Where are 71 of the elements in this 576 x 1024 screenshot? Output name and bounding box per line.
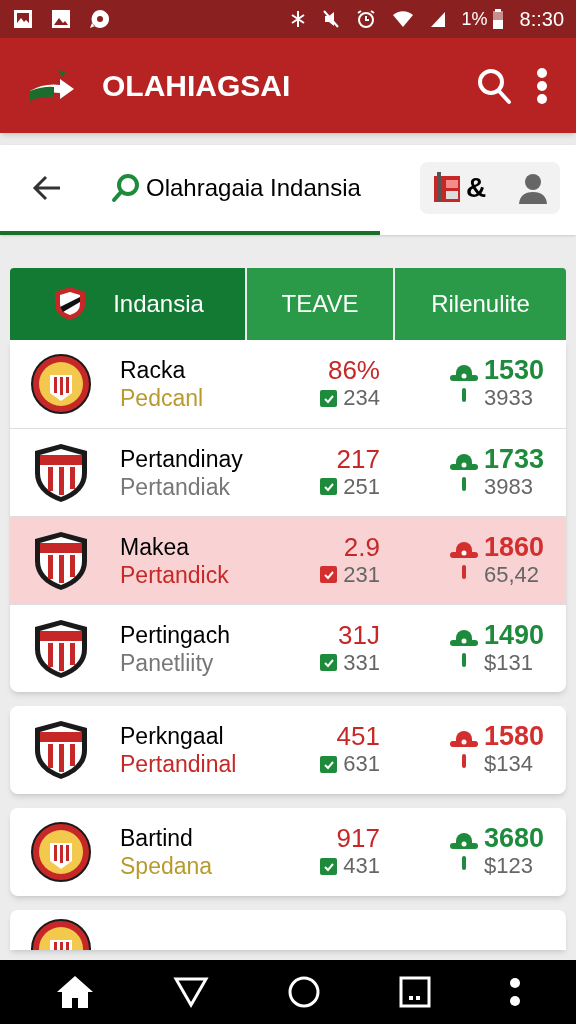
count-value: 251 [343,472,380,501]
home-icon[interactable] [55,974,95,1010]
count-value: 631 [343,750,380,778]
team-name: Pertandinay [120,444,244,473]
back-triangle-icon[interactable] [173,976,209,1008]
team-name: Perkngaal [120,722,225,750]
team-subtitle: Pedcanl [120,384,205,412]
score-value: 1860 [484,532,545,561]
battery-text: 1% [461,7,488,31]
stat-value: 31J [338,620,380,649]
score-value: 1530 [484,356,545,384]
team-row[interactable]: Pertingach Panetliity 31J 331 1490 $131 [10,604,566,692]
bluetooth-icon [289,9,306,29]
score-value: 3680 [484,824,545,852]
count-value: 331 [343,648,380,677]
count-value: 234 [343,384,380,412]
battery-icon [491,8,504,30]
home-circle-icon[interactable] [287,975,321,1009]
column-header[interactable]: Indansia [10,268,245,340]
newspaper-icon[interactable] [432,172,462,204]
team-row[interactable]: Racka Pedcanl 86% 234 1530 3933 [10,340,566,428]
team-name: Bartind [120,824,194,852]
stat-value: 917 [336,824,380,852]
sub-value: $123 [484,852,534,880]
score-value: 1733 [484,444,545,473]
count-value: 431 [343,852,380,880]
score-value: 1490 [484,620,545,649]
wifi-icon [391,10,414,28]
stat-value: 217 [336,444,380,473]
app-title: OLAHIAGSAI [102,68,292,104]
search-icon [110,172,142,204]
stat-value: 86% [327,356,380,384]
team-subtitle: Spedana [120,852,214,880]
more-options-icon[interactable] [509,977,521,1007]
search-field[interactable]: Olahragaia Indansia [146,170,420,206]
team-row[interactable]: Makea Pertandick 2.9 231 1860 65,42 [10,516,566,604]
sub-value: 65,42 [484,560,541,589]
club-crest-icon [30,353,92,415]
more-options-icon[interactable] [536,67,548,104]
signal-icon [429,10,446,28]
stat-value: 451 [336,722,380,750]
count-value: 231 [343,560,380,589]
team-subtitle: Panetliity [120,648,215,677]
column-header[interactable]: Rilenulite [395,268,566,340]
search-icon[interactable] [476,66,512,105]
team-row[interactable]: Perkngaal Pertandinal 451 631 1580 $134 [10,706,566,794]
person-icon[interactable] [518,172,548,204]
sub-value: $131 [484,648,534,677]
team-name: Pertingach [120,620,231,649]
team-subtitle: Pertandick [120,560,230,589]
column-header[interactable]: TEAVE [247,268,393,340]
chat-bubble-icon [88,8,112,30]
sub-value: 3933 [484,384,534,412]
image-icon [12,8,34,30]
clock-time: 8::30 [519,7,564,32]
sub-value: $134 [484,750,534,778]
alarm-icon [355,9,376,29]
stat-value: 2.9 [343,532,380,561]
team-name: Racka [120,356,187,384]
club-crest-icon [30,821,92,883]
back-arrow-icon[interactable] [32,174,62,202]
team-row[interactable]: Bartind Spedana 917 431 3680 $123 [10,808,566,896]
team-subtitle: Pertandiak [120,472,231,501]
image-icon [50,8,72,30]
sub-value: 3983 [484,472,534,501]
team-subtitle: Pertandinal [120,750,238,778]
team-name: Makea [120,532,191,561]
recent-apps-icon[interactable] [399,976,431,1008]
score-value: 1580 [484,722,545,750]
mute-icon [321,9,340,29]
action-text: & [466,171,488,205]
